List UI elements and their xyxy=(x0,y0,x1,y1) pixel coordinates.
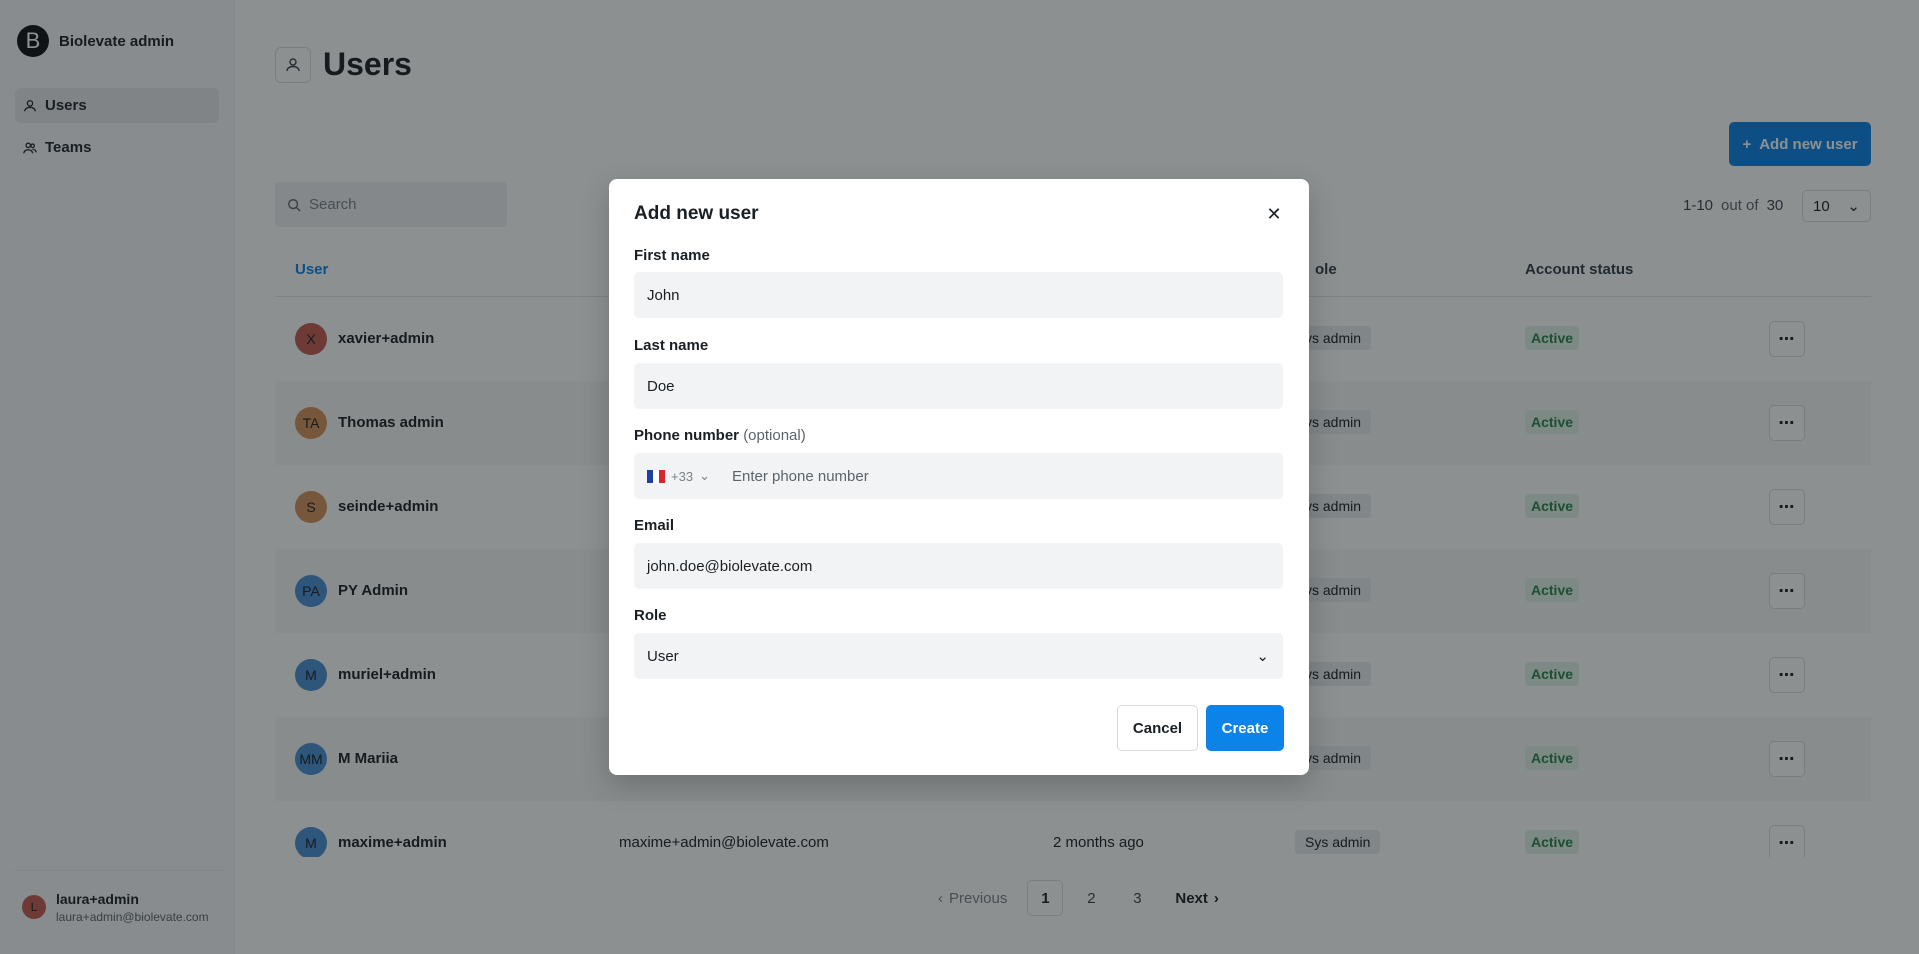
chevron-down-icon: ⌄ xyxy=(1256,648,1269,665)
close-icon[interactable]: ✕ xyxy=(1263,203,1285,225)
chevron-down-icon: ⌄ xyxy=(699,468,710,483)
last-name-label: Last name xyxy=(634,337,709,354)
role-label: Role xyxy=(634,607,667,624)
france-flag-icon xyxy=(647,469,665,483)
first-name-label: First name xyxy=(634,247,710,264)
last-name-field[interactable]: Doe xyxy=(634,363,1283,409)
email-label: Email xyxy=(634,517,675,534)
phone-input-placeholder: Enter phone number xyxy=(731,467,869,485)
phone-label-optional: (optional) xyxy=(743,427,806,444)
cancel-button[interactable]: Cancel xyxy=(1117,705,1198,751)
country-code-value: +33 xyxy=(671,468,694,484)
role-value: User xyxy=(647,647,679,665)
first-name-value: John xyxy=(647,286,680,304)
phone-label: Phone number (optional) xyxy=(634,427,806,444)
dialog-title: Add new user xyxy=(634,203,759,224)
phone-label-text: Phone number xyxy=(634,427,740,444)
role-select[interactable]: User ⌄ xyxy=(634,633,1283,679)
add-user-dialog: Add new user ✕ First name John Last name… xyxy=(609,179,1309,775)
last-name-value: Doe xyxy=(647,377,675,395)
email-field[interactable]: john.doe@biolevate.com xyxy=(634,543,1283,589)
first-name-field[interactable]: John xyxy=(634,272,1283,318)
email-value: john.doe@biolevate.com xyxy=(647,557,813,575)
country-code-select[interactable]: +33 ⌄ xyxy=(647,468,710,484)
create-button[interactable]: Create xyxy=(1206,705,1284,751)
phone-field[interactable]: +33 ⌄ Enter phone number xyxy=(634,453,1283,499)
